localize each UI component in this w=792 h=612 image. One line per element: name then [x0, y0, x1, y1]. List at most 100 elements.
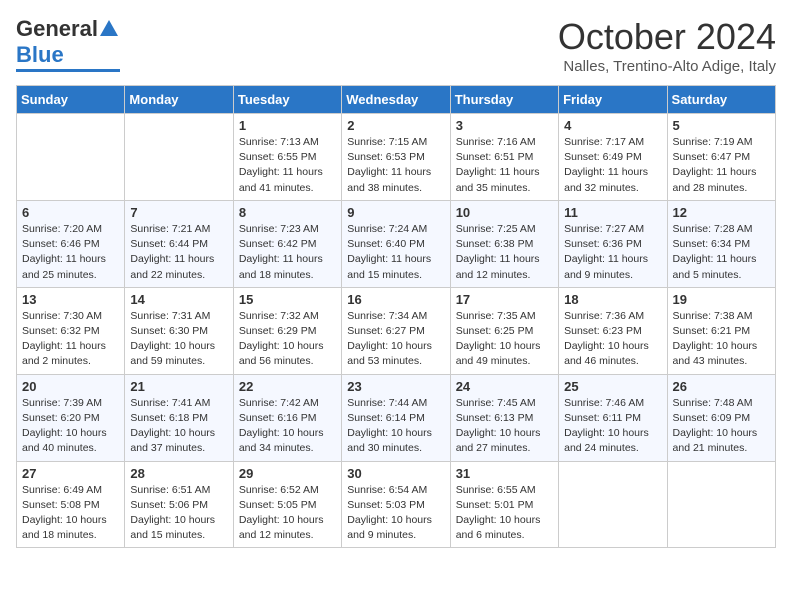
day-number: 17	[456, 292, 553, 307]
day-number: 30	[347, 466, 444, 481]
calendar-cell: 9Sunrise: 7:24 AM Sunset: 6:40 PM Daylig…	[342, 200, 450, 287]
day-info: Sunrise: 7:42 AM Sunset: 6:16 PM Dayligh…	[239, 396, 336, 457]
day-number: 29	[239, 466, 336, 481]
day-info: Sunrise: 7:34 AM Sunset: 6:27 PM Dayligh…	[347, 309, 444, 370]
page-header: General Blue October 2024 Nalles, Trenti…	[16, 16, 776, 75]
calendar-header: SundayMondayTuesdayWednesdayThursdayFrid…	[17, 86, 776, 114]
day-info: Sunrise: 6:51 AM Sunset: 5:06 PM Dayligh…	[130, 483, 227, 544]
day-info: Sunrise: 7:41 AM Sunset: 6:18 PM Dayligh…	[130, 396, 227, 457]
day-info: Sunrise: 7:48 AM Sunset: 6:09 PM Dayligh…	[673, 396, 770, 457]
location: Nalles, Trentino-Alto Adige, Italy	[558, 58, 776, 75]
calendar-cell: 7Sunrise: 7:21 AM Sunset: 6:44 PM Daylig…	[125, 200, 233, 287]
day-info: Sunrise: 6:55 AM Sunset: 5:01 PM Dayligh…	[456, 483, 553, 544]
calendar-cell: 22 Sunrise: 7:42 AM Sunset: 6:16 PM Dayli…	[233, 374, 341, 461]
day-number: 3	[456, 118, 553, 133]
day-number: 15	[239, 292, 336, 307]
calendar-cell	[17, 114, 125, 201]
day-info: Sunrise: 6:52 AM Sunset: 5:05 PM Dayligh…	[239, 483, 336, 544]
header-day-monday: Monday	[125, 86, 233, 114]
day-number: 20	[22, 379, 119, 394]
day-info: Sunrise: 7:44 AM Sunset: 6:14 PM Dayligh…	[347, 396, 444, 457]
day-number: 28	[130, 466, 227, 481]
calendar-cell: 10 Sunrise: 7:25 AM Sunset: 6:38 PM Dayli…	[450, 200, 558, 287]
calendar-cell: 15 Sunrise: 7:32 AM Sunset: 6:29 PM Dayli…	[233, 287, 341, 374]
logo-underline	[16, 69, 120, 72]
day-number: 13	[22, 292, 119, 307]
calendar-cell: 4 Sunrise: 7:17 AM Sunset: 6:49 PM Daylig…	[559, 114, 667, 201]
calendar-cell: 18Sunrise: 7:36 AM Sunset: 6:23 PM Dayli…	[559, 287, 667, 374]
day-number: 5	[673, 118, 770, 133]
calendar-week-row: 20Sunrise: 7:39 AM Sunset: 6:20 PM Dayli…	[17, 374, 776, 461]
calendar-week-row: 27 Sunrise: 6:49 AM Sunset: 5:08 PM Dayli…	[17, 461, 776, 548]
header-day-thursday: Thursday	[450, 86, 558, 114]
day-number: 25	[564, 379, 661, 394]
day-number: 23	[347, 379, 444, 394]
calendar-body: 1 Sunrise: 7:13 AM Sunset: 6:55 PM Daylig…	[17, 114, 776, 548]
header-day-sunday: Sunday	[17, 86, 125, 114]
day-info: Sunrise: 7:13 AM Sunset: 6:55 PM Dayligh…	[239, 135, 336, 196]
month-title: October 2024	[558, 16, 776, 58]
header-day-saturday: Saturday	[667, 86, 775, 114]
calendar-cell: 3 Sunrise: 7:16 AM Sunset: 6:51 PM Daylig…	[450, 114, 558, 201]
calendar-cell: 20Sunrise: 7:39 AM Sunset: 6:20 PM Dayli…	[17, 374, 125, 461]
calendar-cell: 31 Sunrise: 6:55 AM Sunset: 5:01 PM Dayli…	[450, 461, 558, 548]
day-info: Sunrise: 7:30 AM Sunset: 6:32 PM Dayligh…	[22, 309, 119, 370]
day-info: Sunrise: 7:23 AM Sunset: 6:42 PM Dayligh…	[239, 222, 336, 283]
day-info: Sunrise: 6:54 AM Sunset: 5:03 PM Dayligh…	[347, 483, 444, 544]
logo-general: General	[16, 16, 98, 42]
day-number: 14	[130, 292, 227, 307]
calendar-cell: 1 Sunrise: 7:13 AM Sunset: 6:55 PM Daylig…	[233, 114, 341, 201]
header-day-tuesday: Tuesday	[233, 86, 341, 114]
calendar-week-row: 6Sunrise: 7:20 AM Sunset: 6:46 PM Daylig…	[17, 200, 776, 287]
calendar-cell: 14 Sunrise: 7:31 AM Sunset: 6:30 PM Dayli…	[125, 287, 233, 374]
calendar-cell: 27 Sunrise: 6:49 AM Sunset: 5:08 PM Dayli…	[17, 461, 125, 548]
day-number: 19	[673, 292, 770, 307]
day-info: Sunrise: 7:24 AM Sunset: 6:40 PM Dayligh…	[347, 222, 444, 283]
calendar-cell: 24Sunrise: 7:45 AM Sunset: 6:13 PM Dayli…	[450, 374, 558, 461]
day-info: Sunrise: 7:45 AM Sunset: 6:13 PM Dayligh…	[456, 396, 553, 457]
calendar-week-row: 13 Sunrise: 7:30 AM Sunset: 6:32 PM Dayli…	[17, 287, 776, 374]
header-row: SundayMondayTuesdayWednesdayThursdayFrid…	[17, 86, 776, 114]
calendar-cell: 6Sunrise: 7:20 AM Sunset: 6:46 PM Daylig…	[17, 200, 125, 287]
day-info: Sunrise: 7:21 AM Sunset: 6:44 PM Dayligh…	[130, 222, 227, 283]
day-info: Sunrise: 7:46 AM Sunset: 6:11 PM Dayligh…	[564, 396, 661, 457]
calendar-cell: 23 Sunrise: 7:44 AM Sunset: 6:14 PM Dayli…	[342, 374, 450, 461]
day-number: 31	[456, 466, 553, 481]
day-number: 26	[673, 379, 770, 394]
calendar-cell: 12Sunrise: 7:28 AM Sunset: 6:34 PM Dayli…	[667, 200, 775, 287]
day-info: Sunrise: 7:16 AM Sunset: 6:51 PM Dayligh…	[456, 135, 553, 196]
calendar-cell: 5 Sunrise: 7:19 AM Sunset: 6:47 PM Daylig…	[667, 114, 775, 201]
day-number: 10	[456, 205, 553, 220]
calendar-cell: 11Sunrise: 7:27 AM Sunset: 6:36 PM Dayli…	[559, 200, 667, 287]
day-info: Sunrise: 7:19 AM Sunset: 6:47 PM Dayligh…	[673, 135, 770, 196]
day-info: Sunrise: 7:15 AM Sunset: 6:53 PM Dayligh…	[347, 135, 444, 196]
logo-blue: Blue	[16, 42, 64, 68]
calendar-cell: 16Sunrise: 7:34 AM Sunset: 6:27 PM Dayli…	[342, 287, 450, 374]
day-number: 27	[22, 466, 119, 481]
day-info: Sunrise: 7:25 AM Sunset: 6:38 PM Dayligh…	[456, 222, 553, 283]
calendar-table: SundayMondayTuesdayWednesdayThursdayFrid…	[16, 85, 776, 548]
day-info: Sunrise: 7:32 AM Sunset: 6:29 PM Dayligh…	[239, 309, 336, 370]
calendar-cell: 26 Sunrise: 7:48 AM Sunset: 6:09 PM Dayli…	[667, 374, 775, 461]
calendar-cell: 19Sunrise: 7:38 AM Sunset: 6:21 PM Dayli…	[667, 287, 775, 374]
day-number: 1	[239, 118, 336, 133]
logo-triangle-icon	[98, 18, 120, 40]
day-info: Sunrise: 7:27 AM Sunset: 6:36 PM Dayligh…	[564, 222, 661, 283]
calendar-cell	[125, 114, 233, 201]
title-block: October 2024 Nalles, Trentino-Alto Adige…	[558, 16, 776, 75]
day-number: 4	[564, 118, 661, 133]
day-info: Sunrise: 6:49 AM Sunset: 5:08 PM Dayligh…	[22, 483, 119, 544]
calendar-cell: 17Sunrise: 7:35 AM Sunset: 6:25 PM Dayli…	[450, 287, 558, 374]
day-number: 2	[347, 118, 444, 133]
day-number: 21	[130, 379, 227, 394]
day-info: Sunrise: 7:17 AM Sunset: 6:49 PM Dayligh…	[564, 135, 661, 196]
calendar-cell	[667, 461, 775, 548]
header-day-friday: Friday	[559, 86, 667, 114]
calendar-cell: 25 Sunrise: 7:46 AM Sunset: 6:11 PM Dayli…	[559, 374, 667, 461]
day-number: 8	[239, 205, 336, 220]
logo: General Blue	[16, 16, 120, 72]
calendar-cell: 21 Sunrise: 7:41 AM Sunset: 6:18 PM Dayli…	[125, 374, 233, 461]
day-info: Sunrise: 7:31 AM Sunset: 6:30 PM Dayligh…	[130, 309, 227, 370]
day-number: 22	[239, 379, 336, 394]
calendar-cell: 30 Sunrise: 6:54 AM Sunset: 5:03 PM Dayli…	[342, 461, 450, 548]
